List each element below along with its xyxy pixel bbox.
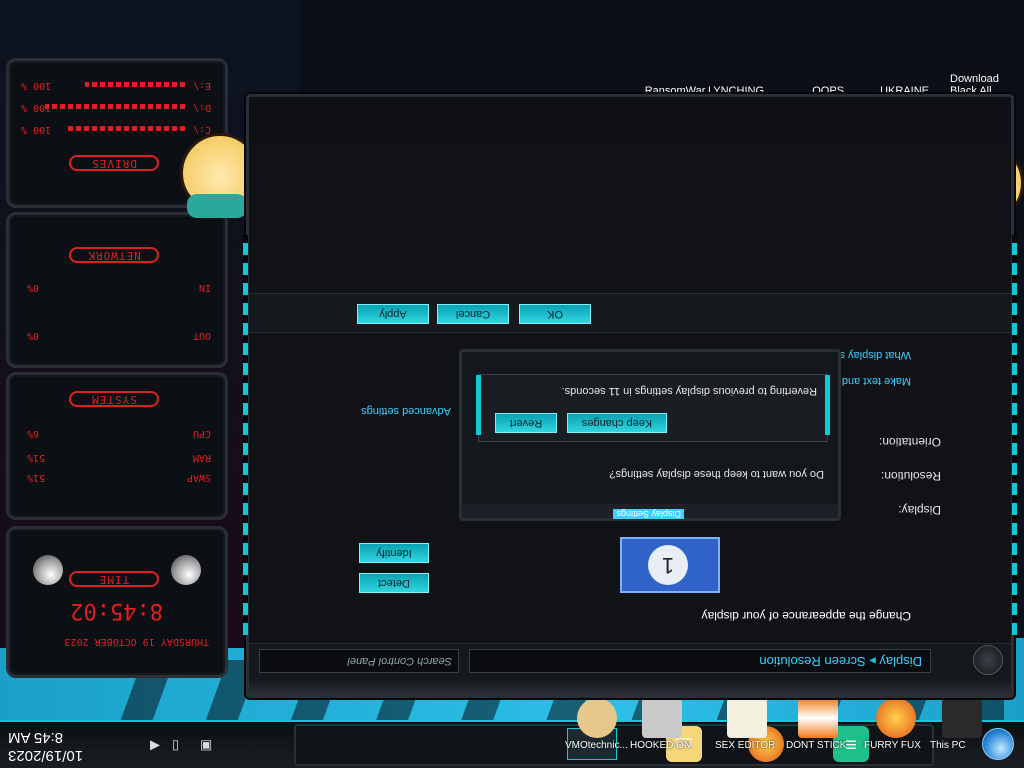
- cpu-value: 6%: [27, 428, 40, 439]
- address-bar-area: Display ▸ Screen Resolution Search Contr…: [249, 643, 1011, 679]
- desktop-icon[interactable]: FURRY FUX: [864, 694, 928, 768]
- monitor-preview[interactable]: 1: [620, 537, 720, 593]
- window-footer: OK Cancel Apply: [249, 293, 1011, 333]
- ram-label: RAM: [192, 452, 211, 463]
- detect-button[interactable]: Detect: [359, 573, 429, 593]
- apply-button[interactable]: Apply: [357, 304, 429, 324]
- gadget-title: DRIVES: [69, 155, 159, 171]
- network-gadget: NETWORK IN 0% OUT 0%: [6, 212, 228, 368]
- dialog-inner-panel: Keep changes Revert Reverting to previou…: [476, 374, 830, 442]
- revert-button[interactable]: Revert: [495, 413, 557, 433]
- swap-value: 51%: [27, 472, 46, 483]
- in-value: 0%: [27, 282, 40, 293]
- dialog-titlebar[interactable]: Display Settings: [462, 504, 838, 519]
- display-settings-dialog: Display Settings Do you want to keep the…: [459, 349, 841, 521]
- search-input[interactable]: Search Control Panel: [259, 649, 459, 673]
- drive-value: 100 %: [21, 124, 52, 135]
- display-label: Display:: [898, 503, 941, 517]
- keep-changes-button[interactable]: Keep changes: [567, 413, 667, 433]
- desktop-icon[interactable]: This PC: [930, 694, 994, 768]
- gadget-title: NETWORK: [69, 247, 159, 263]
- desktop-screen: ≡ ▭ ▣ ▯ ◀ 10/19/2023 8:45 AM This PC FUR…: [0, 0, 1024, 768]
- ok-button[interactable]: OK: [519, 304, 591, 324]
- address-bar[interactable]: Display ▸ Screen Resolution: [469, 649, 931, 673]
- drive-letter: C:\: [192, 124, 211, 135]
- countdown-text: Reverting to previous display settings i…: [561, 385, 817, 397]
- system-gadget: SYSTEM CPU 6% RAM 51% SWAP 51%: [6, 372, 228, 520]
- window-edge: [1012, 235, 1017, 635]
- desktop-icon[interactable]: DONT STICK: [786, 694, 850, 768]
- gadget-time-value: 8:45:02: [70, 598, 163, 623]
- dialog-question: Do you want to keep these display settin…: [609, 468, 824, 480]
- swap-label: SWAP: [186, 472, 211, 483]
- window-titlebar[interactable]: [249, 679, 1011, 695]
- control-panel-window: Display ▸ Screen Resolution Search Contr…: [243, 94, 1017, 698]
- desktop-icon[interactable]: SEX EDITOR: [715, 694, 779, 768]
- gadget-title: SYSTEM: [69, 391, 159, 407]
- time-gadget: TIME 8:45:02 THURSDAY 19 OCTOBER 2023: [6, 526, 228, 678]
- breadcrumb-screen-resolution[interactable]: Screen Resolution: [759, 654, 865, 669]
- resolution-label: Resolution:: [880, 469, 941, 483]
- cpu-label: CPU: [192, 428, 211, 439]
- orientation-label: Orientation:: [878, 435, 941, 449]
- dialog-title: Display Settings: [613, 509, 684, 519]
- page-heading: Change the appearance of your display: [701, 609, 911, 623]
- back-button-icon[interactable]: [973, 645, 1003, 675]
- identify-button[interactable]: Identify: [359, 543, 429, 563]
- advanced-settings-link[interactable]: Advanced settings: [361, 405, 451, 417]
- cancel-button[interactable]: Cancel: [437, 304, 509, 324]
- drive-letter: E:\: [192, 80, 211, 91]
- orb-icon: [171, 555, 201, 585]
- drive-letter: D:\: [192, 102, 211, 113]
- drive-value: 100 %: [21, 102, 52, 113]
- desktop-icon-row: This PC FURRY FUX DONT STICK SEX EDITOR …: [0, 692, 1024, 768]
- breadcrumb-display[interactable]: Display: [879, 654, 922, 669]
- in-label: IN: [198, 282, 211, 293]
- drive-value: 100 %: [21, 80, 52, 91]
- monitor-number: 1: [648, 545, 688, 585]
- gadget-date-value: THURSDAY 19 OCTOBER 2023: [64, 636, 210, 647]
- orb-icon: [33, 555, 63, 585]
- out-label: OUT: [192, 330, 211, 341]
- window-content: Change the appearance of your display 1 …: [249, 143, 1011, 643]
- ram-value: 51%: [27, 452, 46, 463]
- gadget-title: TIME: [69, 571, 159, 587]
- out-value: 0%: [27, 330, 40, 341]
- desktop-icon[interactable]: HOOKED ON: [630, 694, 694, 768]
- window-edge: [243, 235, 248, 635]
- desktop-icon[interactable]: VMOtechnic...: [565, 694, 629, 768]
